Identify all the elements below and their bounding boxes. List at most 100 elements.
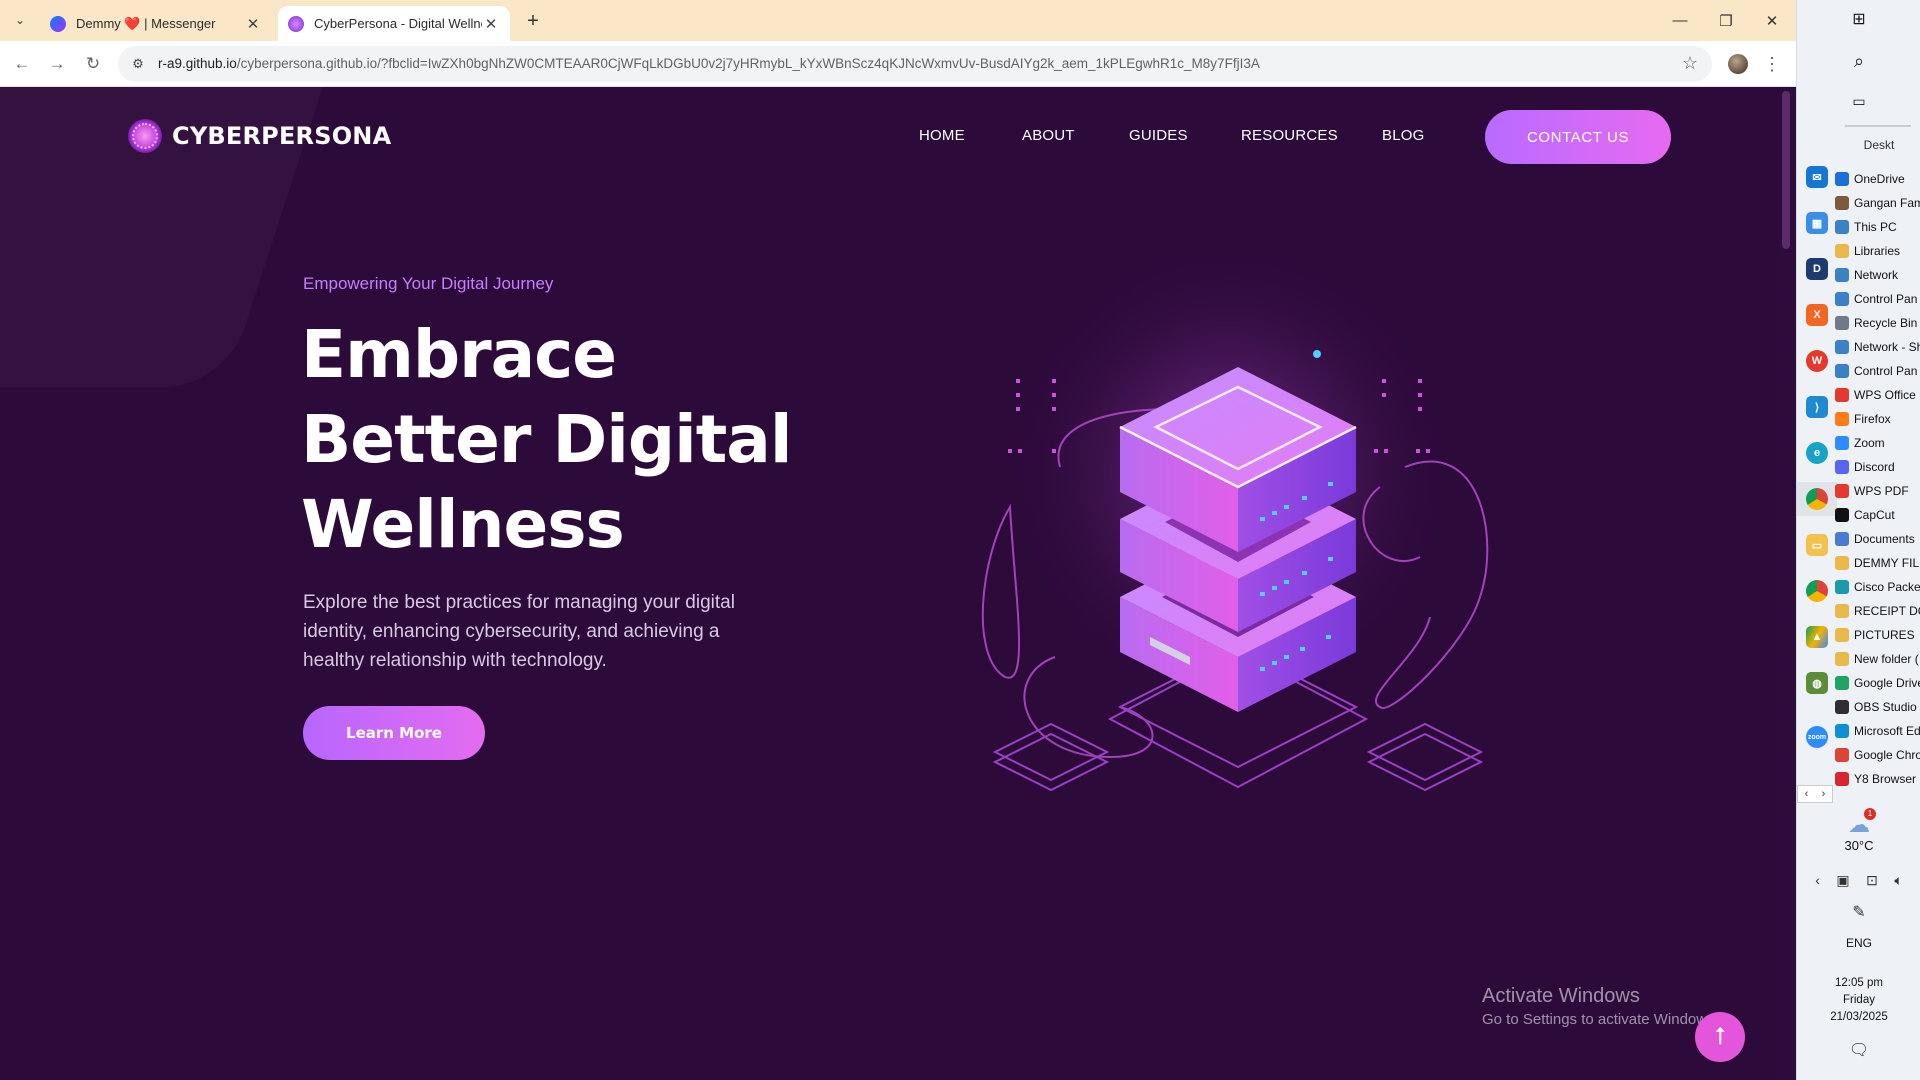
desktop-item[interactable]: Recycle Bin — [1835, 311, 1920, 335]
onedrive-icon — [1835, 172, 1849, 186]
zoom-icon[interactable]: zoom — [1797, 720, 1837, 754]
hero-description: Explore the best practices for managing … — [303, 592, 735, 671]
chevron-left-icon[interactable]: ‹ — [1798, 786, 1815, 802]
wps-office-icon[interactable]: W — [1797, 344, 1837, 378]
desktop-item[interactable]: DEMMY FILE — [1835, 551, 1920, 575]
desktop-item[interactable]: Network - Sh — [1835, 335, 1920, 359]
chrome-icon[interactable] — [1797, 482, 1837, 516]
tab-search-icon[interactable]: ⌄ — [8, 9, 32, 31]
desktop-item[interactable]: PICTURES — [1835, 623, 1920, 647]
hero-line: Wellness — [301, 486, 625, 563]
arrow-up-icon: ⭡ — [1714, 1023, 1726, 1050]
notification-icon[interactable]: 🗨︎ — [1797, 1040, 1920, 1060]
xampp-icon[interactable]: X — [1797, 298, 1837, 332]
chevron-left-icon[interactable]: ‹ — [1815, 872, 1820, 889]
nav-guides[interactable]: GUIDES — [1129, 127, 1188, 144]
contact-us-button[interactable]: CONTACT US — [1485, 110, 1671, 164]
minimize-button[interactable]: — — [1657, 0, 1703, 41]
desktop-item[interactable]: Gangan Fam — [1835, 191, 1920, 215]
learn-more-button[interactable]: Learn More — [303, 706, 485, 760]
chrome-profile-icon[interactable] — [1797, 574, 1837, 608]
chrome-icon — [1835, 748, 1849, 762]
desktop-item[interactable]: Libraries — [1835, 239, 1920, 263]
desktop-item[interactable]: Network — [1835, 263, 1920, 287]
network-icon — [1835, 268, 1849, 282]
task-view-icon[interactable]: ▭ — [1839, 84, 1879, 118]
this-pc-icon — [1835, 220, 1849, 234]
desktop-title: Deskt — [1863, 138, 1895, 152]
tab-messenger[interactable]: Demmy ❤️ | Messenger ✕ — [40, 6, 272, 41]
store-icon[interactable]: ▦ — [1797, 206, 1837, 240]
nav-blog[interactable]: BLOG — [1382, 127, 1424, 144]
forward-icon[interactable]: → — [45, 52, 69, 76]
nav-about[interactable]: ABOUT — [1022, 127, 1075, 144]
desktop-item[interactable]: New folder ( — [1835, 647, 1920, 671]
restore-button[interactable]: ❐ — [1703, 0, 1749, 41]
scrollbar-thumb[interactable] — [1782, 91, 1790, 249]
close-icon[interactable]: ✕ — [244, 15, 262, 33]
desktop-item[interactable]: This PC — [1835, 215, 1920, 239]
desktop-item[interactable]: Discord — [1835, 455, 1920, 479]
weather-widget[interactable]: ☁ 1 30°C — [1797, 808, 1920, 853]
google-drive-icon — [1835, 676, 1849, 690]
address-bar[interactable]: ⚙ r-a9.github.io/cyberpersona.github.io/… — [118, 46, 1712, 82]
file-explorer-icon[interactable]: ▭ — [1797, 528, 1837, 562]
desktop-item[interactable]: Google Drive — [1835, 671, 1920, 695]
close-icon[interactable]: ✕ — [482, 15, 500, 33]
desktop-item[interactable]: Documents — [1835, 527, 1920, 551]
new-tab-icon[interactable]: + — [520, 8, 546, 34]
site-info-icon[interactable]: ⚙ — [128, 54, 148, 74]
desktop-item[interactable]: Microsoft Ed — [1835, 719, 1920, 743]
close-window-button[interactable]: ✕ — [1749, 0, 1795, 41]
y8-browser-icon — [1835, 772, 1849, 786]
volume-icon[interactable]: 🔈︎ — [1894, 872, 1902, 889]
nav-resources[interactable]: RESOURCES — [1241, 127, 1338, 144]
url-text[interactable]: r-a9.github.io/cyberpersona.github.io/?f… — [158, 56, 1260, 71]
chevron-right-icon[interactable]: › — [1815, 786, 1832, 802]
menu-icon[interactable]: ⋮ — [1763, 52, 1781, 76]
profile-avatar[interactable] — [1728, 54, 1748, 74]
network-icon[interactable]: ⊡ — [1866, 872, 1878, 889]
windows-start-icon[interactable]: ⊞ — [1839, 2, 1879, 36]
control-panel-icon — [1835, 292, 1849, 306]
tab-cyberpersona[interactable]: CyberPersona - Digital Wellness ✕ — [278, 6, 510, 41]
maps-icon[interactable]: ◍ — [1797, 666, 1837, 700]
desktop-item[interactable]: Y8 Browser — [1835, 767, 1920, 791]
desktop-item[interactable]: RECEIPT DO — [1835, 599, 1920, 623]
edge-icon[interactable]: e — [1797, 436, 1837, 470]
desktop-item[interactable]: CapCut — [1835, 503, 1920, 527]
desktop-list-nav[interactable]: ‹ › — [1797, 785, 1833, 803]
mail-icon[interactable]: ✉ — [1797, 160, 1837, 194]
desktop-item[interactable]: Google Chro — [1835, 743, 1920, 767]
network-shortcut-icon — [1835, 340, 1849, 354]
desktop-item[interactable]: WPS Office — [1835, 383, 1920, 407]
desktop-item[interactable]: WPS PDF — [1835, 479, 1920, 503]
bookmark-star-icon[interactable]: ☆ — [1682, 53, 1698, 74]
folder-icon — [1835, 556, 1849, 570]
clock[interactable]: 12:05 pm Friday 21/03/2025 — [1797, 975, 1920, 1026]
language-indicator[interactable]: ENG — [1797, 936, 1920, 950]
back-icon[interactable]: ← — [10, 52, 34, 76]
dev-home-icon[interactable]: D — [1797, 252, 1837, 286]
desktop-item[interactable]: Zoom — [1835, 431, 1920, 455]
server-stack-illustration — [981, 257, 1489, 792]
watermark-subtitle: Go to Settings to activate Windows. — [1482, 1011, 1719, 1028]
google-drive-icon[interactable]: ▲ — [1797, 620, 1837, 654]
edge-icon — [1835, 724, 1849, 738]
desktop-item[interactable]: Firefox — [1835, 407, 1920, 431]
desktop-item[interactable]: Control Pan — [1835, 359, 1920, 383]
nav-home[interactable]: HOME — [919, 127, 965, 144]
desktop-item[interactable]: Cisco Packet — [1835, 575, 1920, 599]
desktop-item[interactable]: Control Pan — [1835, 287, 1920, 311]
site-logo[interactable]: CYBERPERSONA — [128, 119, 391, 153]
desktop-item[interactable]: OBS Studio — [1835, 695, 1920, 719]
notification-badge: 1 — [1864, 808, 1876, 820]
back-to-top-button[interactable]: ⭡ — [1695, 1012, 1745, 1062]
device-icon[interactable]: ▣ — [1836, 872, 1849, 889]
reload-icon[interactable]: ↻ — [81, 52, 105, 76]
desktop-item[interactable]: OneDrive — [1835, 167, 1920, 191]
vscode-icon[interactable]: ⟩ — [1797, 390, 1837, 424]
search-icon[interactable]: ⌕ — [1839, 44, 1879, 78]
pen-icon[interactable]: ✎ — [1797, 902, 1920, 922]
page-scrollbar[interactable] — [1778, 87, 1796, 1080]
